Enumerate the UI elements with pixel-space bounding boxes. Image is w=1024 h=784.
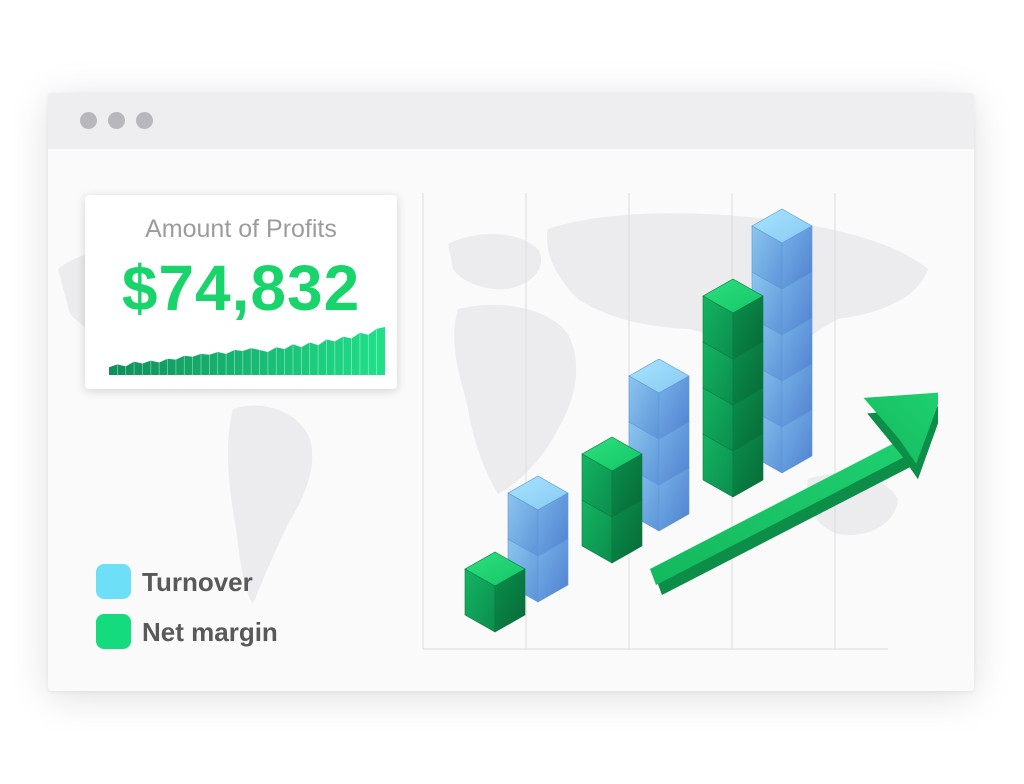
turnover-cube [628, 358, 690, 440]
net-margin-cube [464, 551, 526, 633]
window-maximize-button[interactable] [136, 112, 153, 129]
legend-label-net-margin: Net margin [142, 617, 278, 647]
net-margin-cube [581, 436, 643, 518]
profit-amount: $74,832 [121, 252, 361, 324]
window-titlebar [48, 93, 974, 149]
window-minimize-button[interactable] [108, 112, 125, 129]
legend-swatch-turnover [96, 564, 131, 599]
window-close-button[interactable] [80, 112, 97, 129]
profit-sparkline [109, 327, 385, 375]
legend-label-turnover: Turnover [142, 567, 253, 597]
profit-card: Amount of Profits $74,832 [85, 195, 397, 389]
card-title: Amount of Profits [145, 215, 337, 243]
turnover-cube [507, 475, 569, 557]
turnover-cube [751, 208, 813, 290]
browser-window: Amount of Profits $74,832 Turnover Net m… [48, 93, 974, 691]
legend-swatch-net-margin [96, 614, 131, 649]
isometric-bar-chart [422, 193, 938, 650]
sparkline-area [109, 327, 385, 375]
net-margin-cube [702, 278, 764, 360]
